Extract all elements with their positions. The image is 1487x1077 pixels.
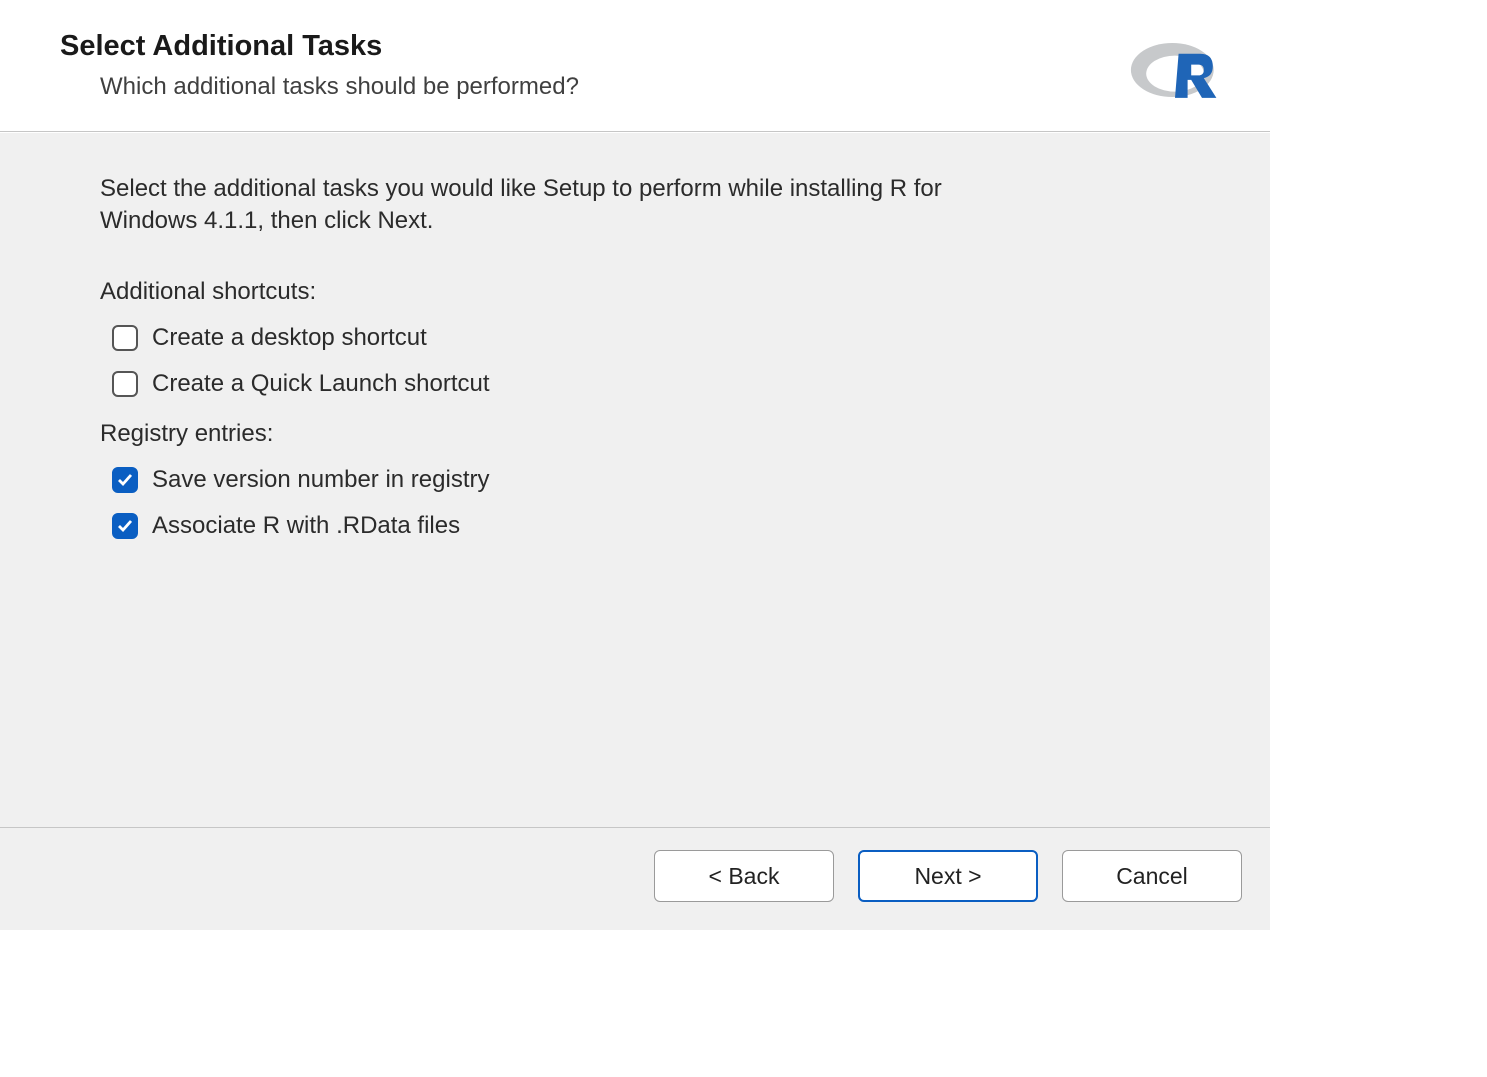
- installer-wizard-window: Select Additional Tasks Which additional…: [0, 0, 1270, 930]
- checkbox-box-icon: [112, 325, 138, 351]
- checkbox-associate-rdata[interactable]: Associate R with .RData files: [112, 512, 1170, 540]
- wizard-header: Select Additional Tasks Which additional…: [0, 0, 1270, 132]
- back-button[interactable]: < Back: [654, 850, 834, 902]
- checkbox-box-icon: [112, 513, 138, 539]
- checkbox-quick-launch-shortcut[interactable]: Create a Quick Launch shortcut: [112, 370, 1170, 398]
- checkbox-box-icon: [112, 371, 138, 397]
- checkbox-desktop-shortcut[interactable]: Create a desktop shortcut: [112, 324, 1170, 352]
- page-title: Select Additional Tasks: [60, 30, 1130, 63]
- checkbox-label: Associate R with .RData files: [152, 512, 460, 540]
- instruction-text: Select the additional tasks you would li…: [100, 173, 980, 238]
- wizard-body: Select the additional tasks you would li…: [0, 132, 1270, 827]
- cancel-button[interactable]: Cancel: [1062, 850, 1242, 902]
- group-shortcuts-label: Additional shortcuts:: [100, 278, 1170, 306]
- checkbox-box-icon: [112, 467, 138, 493]
- checkbox-label: Save version number in registry: [152, 466, 489, 494]
- wizard-footer: < Back Next > Cancel: [0, 827, 1270, 930]
- checkbox-save-version-registry[interactable]: Save version number in registry: [112, 466, 1170, 494]
- checkbox-label: Create a desktop shortcut: [152, 324, 427, 352]
- r-logo-icon: [1130, 34, 1220, 109]
- group-registry-label: Registry entries:: [100, 420, 1170, 448]
- next-button[interactable]: Next >: [858, 850, 1038, 902]
- page-subtitle: Which additional tasks should be perform…: [100, 73, 1130, 101]
- checkbox-label: Create a Quick Launch shortcut: [152, 370, 490, 398]
- header-text: Select Additional Tasks Which additional…: [60, 30, 1130, 101]
